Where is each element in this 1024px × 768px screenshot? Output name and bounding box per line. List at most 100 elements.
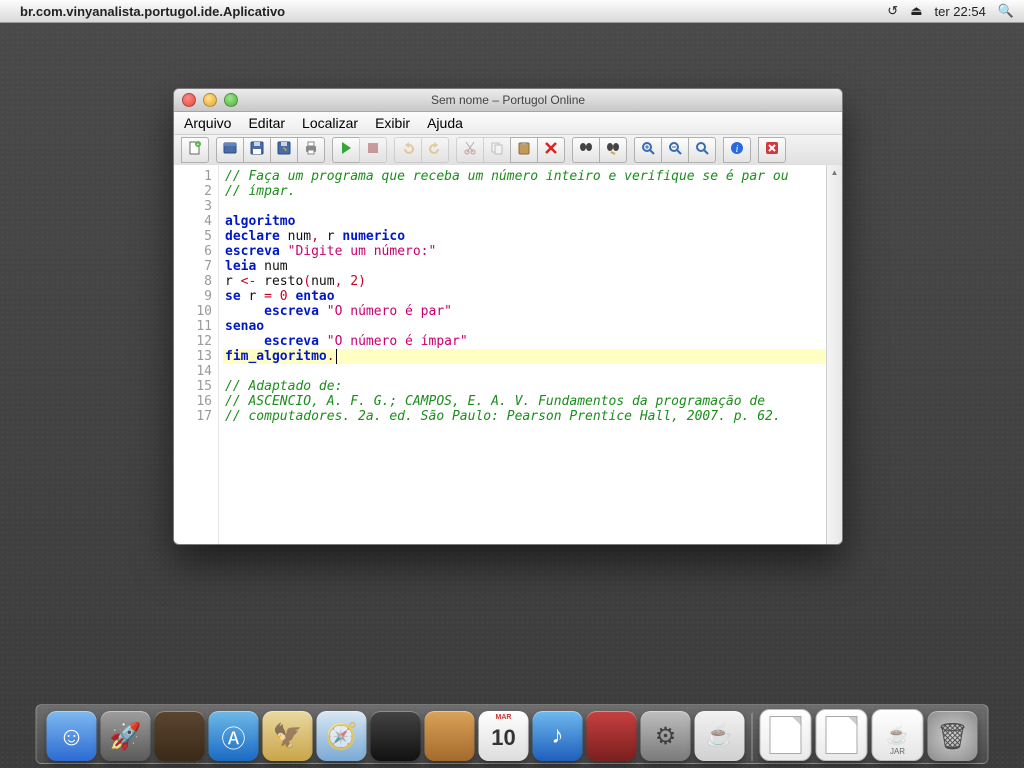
text-cursor	[336, 349, 345, 364]
dock-finder[interactable]: ☺	[47, 711, 97, 761]
open-button[interactable]	[216, 137, 243, 163]
save-icon	[249, 140, 265, 161]
code-line[interactable]: declare num, r numerico	[223, 229, 842, 244]
dock-trash[interactable]: 🗑	[928, 711, 978, 761]
line-number: 7	[174, 259, 212, 274]
code-line[interactable]: // Adaptado de:	[223, 379, 842, 394]
time-machine-icon[interactable]: ↺	[887, 3, 898, 19]
dock-jar[interactable]: JAR☕	[872, 709, 924, 761]
dock-contacts[interactable]	[425, 711, 475, 761]
open-icon	[222, 140, 238, 161]
minimize-button[interactable]	[203, 93, 217, 107]
exit-button[interactable]	[758, 137, 786, 163]
code-line[interactable]	[223, 199, 842, 214]
paste-icon	[516, 140, 532, 161]
cut-button	[456, 137, 483, 163]
code-editor[interactable]: 1234567891011121314151617 // Faça um pro…	[174, 165, 842, 544]
app-window: Sem nome – Portugol Online Arquivo Edita…	[173, 88, 843, 545]
save-as-icon	[276, 140, 292, 161]
zoom-button[interactable]	[224, 93, 238, 107]
print-icon	[303, 140, 319, 161]
code-line[interactable]: senao	[223, 319, 842, 334]
dock-itunes[interactable]: ♪	[533, 711, 583, 761]
run-icon	[338, 140, 354, 161]
print-button[interactable]	[297, 137, 325, 163]
line-number: 4	[174, 214, 212, 229]
menu-edit[interactable]: Editar	[248, 115, 285, 131]
dock-calendar[interactable]: MAR10	[479, 711, 529, 761]
vertical-scrollbar[interactable]: ▲	[826, 165, 842, 544]
app-name[interactable]: br.com.vinyanalista.portugol.ide.Aplicat…	[20, 4, 285, 19]
dock-mission-control[interactable]	[155, 711, 205, 761]
code-line[interactable]: leia num	[223, 259, 842, 274]
line-number: 12	[174, 334, 212, 349]
dock-facetime[interactable]	[371, 711, 421, 761]
new-file-icon: +	[187, 140, 203, 161]
code-line[interactable]: escreva "Digite um número:"	[223, 244, 842, 259]
zoom-in-button[interactable]	[634, 137, 661, 163]
copy-icon	[489, 140, 505, 161]
close-button[interactable]	[182, 93, 196, 107]
zoom-in-icon	[640, 140, 656, 161]
find-button[interactable]	[572, 137, 599, 163]
window-titlebar[interactable]: Sem nome – Portugol Online	[174, 89, 842, 112]
svg-text:i: i	[736, 144, 739, 155]
code-line[interactable]: r <- resto(num, 2)	[223, 274, 842, 289]
code-area[interactable]: // Faça um programa que receba um número…	[219, 165, 842, 544]
line-number: 14	[174, 364, 212, 379]
menu-find[interactable]: Localizar	[302, 115, 358, 131]
menu-view[interactable]: Exibir	[375, 115, 410, 131]
toolbar: +i	[174, 135, 842, 166]
new-file-button[interactable]: +	[181, 137, 209, 163]
spotlight-icon[interactable]: 🔍	[998, 3, 1014, 19]
code-line[interactable]: // Faça um programa que receba um número…	[223, 169, 842, 184]
clock[interactable]: ter 22:54	[934, 4, 985, 19]
replace-button[interactable]	[599, 137, 627, 163]
line-gutter: 1234567891011121314151617	[174, 165, 219, 544]
line-number: 9	[174, 289, 212, 304]
delete-button[interactable]	[537, 137, 565, 163]
save-as-button[interactable]	[270, 137, 297, 163]
line-number: 1	[174, 169, 212, 184]
cut-icon	[462, 140, 478, 161]
system-menubar: br.com.vinyanalista.portugol.ide.Aplicat…	[0, 0, 1024, 23]
code-line[interactable]: // computadores. 2a. ed. São Paulo: Pear…	[223, 409, 842, 424]
scroll-up-icon[interactable]: ▲	[827, 165, 842, 180]
window-title: Sem nome – Portugol Online	[431, 93, 585, 107]
zoom-reset-button[interactable]	[688, 137, 716, 163]
code-line[interactable]	[223, 364, 842, 379]
undo-button	[394, 137, 421, 163]
save-button[interactable]	[243, 137, 270, 163]
dock-launchpad[interactable]: 🚀	[101, 711, 151, 761]
line-number: 10	[174, 304, 212, 319]
code-line[interactable]: se r = 0 entao	[223, 289, 842, 304]
run-button[interactable]	[332, 137, 359, 163]
line-number: 13	[174, 349, 212, 364]
dock-preferences[interactable]: ⚙	[641, 711, 691, 761]
dock-portugol[interactable]	[587, 711, 637, 761]
line-number: 5	[174, 229, 212, 244]
code-line[interactable]: escreva "O número é ímpar"	[223, 334, 842, 349]
paste-button[interactable]	[510, 137, 537, 163]
dock-app-store[interactable]: Ⓐ	[209, 711, 259, 761]
menu-file[interactable]: Arquivo	[184, 115, 231, 131]
dock-mail[interactable]: 🦅	[263, 711, 313, 761]
menu-help[interactable]: Ajuda	[427, 115, 463, 131]
line-number: 16	[174, 394, 212, 409]
eject-icon[interactable]: ⏏	[910, 3, 922, 19]
info-button[interactable]: i	[723, 137, 751, 163]
dock-safari[interactable]: 🧭	[317, 711, 367, 761]
dock-java[interactable]: ☕	[695, 711, 745, 761]
code-line[interactable]: fim_algoritmo.	[223, 349, 842, 364]
code-line[interactable]: escreva "O número é par"	[223, 304, 842, 319]
dock-doc1[interactable]	[760, 709, 812, 761]
app-menubar: Arquivo Editar Localizar Exibir Ajuda	[174, 112, 842, 135]
copy-button	[483, 137, 510, 163]
line-number: 11	[174, 319, 212, 334]
code-line[interactable]: // ASCENCIO, A. F. G.; CAMPOS, E. A. V. …	[223, 394, 842, 409]
code-line[interactable]: algoritmo	[223, 214, 842, 229]
dock-doc2[interactable]	[816, 709, 868, 761]
zoom-out-button[interactable]	[661, 137, 688, 163]
code-line[interactable]: // ímpar.	[223, 184, 842, 199]
find-icon	[578, 140, 594, 161]
